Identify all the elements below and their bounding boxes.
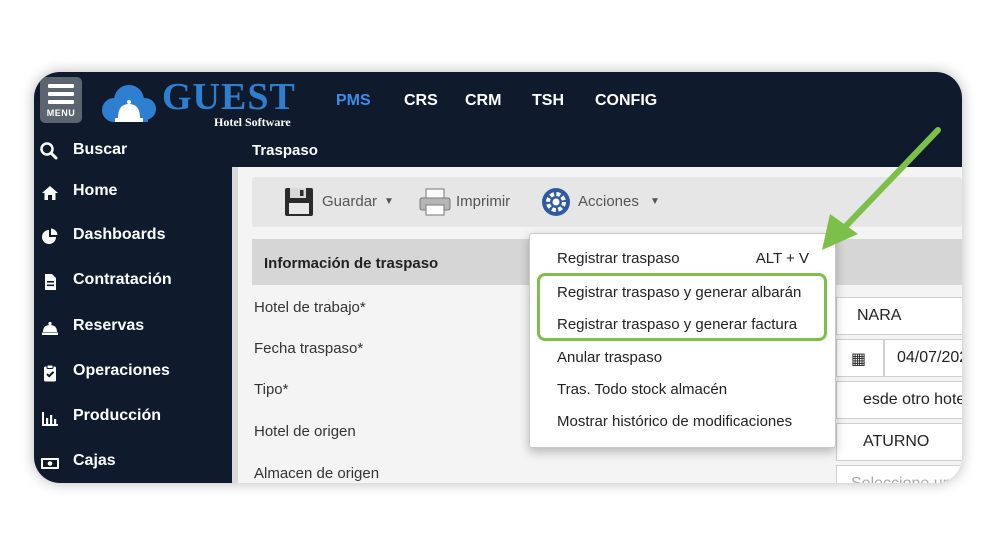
nav-tsh[interactable]: TSH (532, 92, 564, 110)
bar-chart-icon (42, 412, 58, 426)
calendar-button[interactable]: ▦ (836, 339, 884, 377)
field-value: 04/07/2024 (897, 349, 962, 366)
sidebar-item-label: Reservas (73, 317, 145, 334)
sidebar-item-label: Operaciones (73, 362, 170, 379)
brand-tagline: Hotel Software (214, 115, 291, 129)
document-icon (45, 274, 56, 290)
page-title: Traspaso (252, 142, 318, 159)
field-label-fecha-traspaso: Fecha traspaso* (254, 340, 364, 357)
floppy-disk-icon (285, 188, 313, 216)
nav-pms[interactable]: PMS (336, 92, 371, 110)
cash-icon (41, 458, 59, 469)
search-icon (40, 142, 58, 160)
hotel-origen-select[interactable]: ATURNO (836, 423, 962, 461)
field-value: NARA (857, 307, 902, 324)
print-label: Imprimir (456, 193, 511, 210)
sidebar-item-label: Home (73, 182, 118, 199)
section-title: Información de traspaso (264, 255, 439, 272)
field-label-almacen-origen: Almacen de origen (254, 465, 380, 482)
field-label-hotel-origen: Hotel de origen (254, 423, 356, 440)
field-label-tipo: Tipo* (254, 381, 289, 398)
printer-icon (419, 188, 451, 216)
menu-item-mostrar-historico[interactable]: Mostrar histórico de modificaciones (557, 413, 792, 430)
field-value: esde otro hotel (863, 391, 962, 408)
menu-button[interactable]: MENU (40, 77, 82, 123)
tipo-select[interactable]: esde otro hotel (836, 381, 962, 419)
chevron-down-icon: ▼ (384, 196, 394, 207)
almacen-origen-select[interactable]: Seleccione uno (836, 465, 962, 483)
actions-label: Acciones (578, 193, 639, 210)
brand-name: GUEST (162, 76, 296, 118)
cloud-bell-icon (102, 85, 156, 122)
sidebar-item-label: Contratación (73, 271, 172, 288)
hotel-trabajo-select[interactable]: NARA (836, 297, 962, 335)
search-label: Buscar (73, 141, 128, 158)
highlight-box (537, 273, 827, 341)
home-icon (42, 186, 58, 200)
field-label-hotel-trabajo: Hotel de trabajo* (254, 299, 366, 316)
sidebar-item-label: Dashboards (73, 226, 166, 243)
pointer-arrow-icon (822, 127, 941, 250)
save-button[interactable]: Guardar ▼ (284, 187, 394, 217)
field-value: ATURNO (863, 433, 930, 450)
gear-icon (542, 188, 570, 216)
sidebar-item-label: Producción (73, 407, 162, 424)
menu-label: MENU (46, 108, 76, 118)
save-label: Guardar (322, 193, 378, 210)
clipboard-icon (44, 364, 56, 382)
sidebar-item-label: Cajas (73, 452, 116, 469)
fecha-traspaso-input[interactable]: 04/07/2024 (884, 339, 962, 377)
guest-logo[interactable]: GUEST Hotel Software (98, 76, 308, 129)
sidebar: Home Dashboards Contratación Reservas Op… (34, 167, 238, 483)
nav-config[interactable]: CONFIG (595, 92, 657, 110)
nav-crm[interactable]: CRM (465, 92, 501, 110)
print-button[interactable]: Imprimir (418, 187, 518, 217)
chevron-down-icon: ▼ (650, 196, 660, 207)
bell-icon (42, 321, 58, 335)
actions-dropdown-button[interactable]: Acciones ▼ (541, 187, 671, 217)
nav-crs[interactable]: CRS (404, 92, 438, 110)
calendar-icon: ▦ (851, 351, 867, 368)
pie-chart-icon (42, 228, 58, 244)
field-value: Seleccione uno (851, 475, 960, 483)
menu-item-registrar-traspaso[interactable]: Registrar traspaso (557, 250, 680, 267)
menu-item-tras-todo-stock[interactable]: Tras. Todo stock almacén (557, 381, 727, 398)
menu-item-anular-traspaso[interactable]: Anular traspaso (557, 349, 662, 366)
